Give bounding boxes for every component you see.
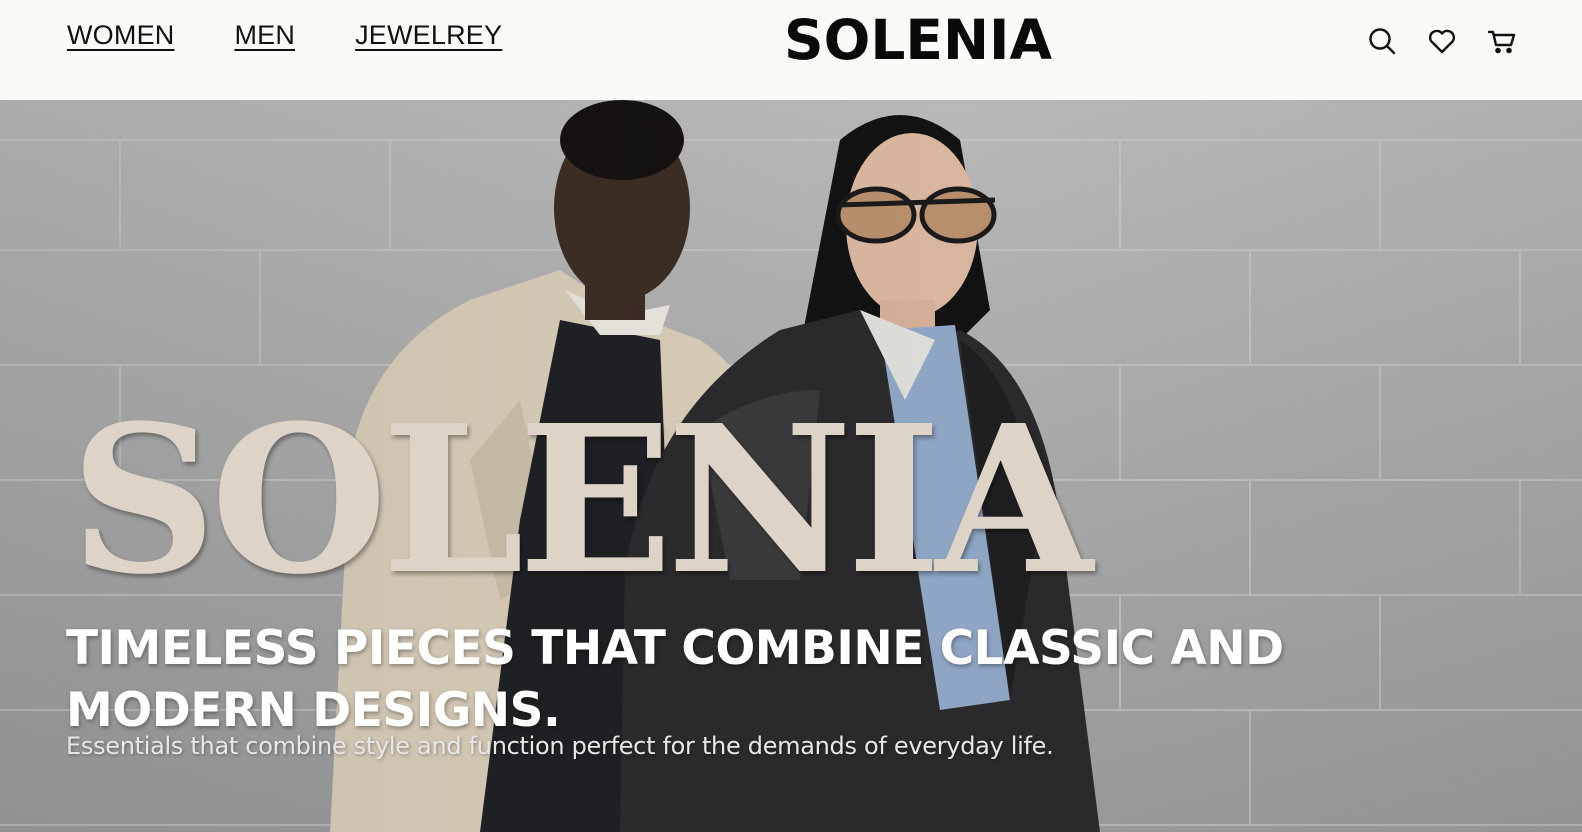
site-header: WOMEN MEN JEWELREY SOLENIA [0, 0, 1582, 100]
hero-tagline: TIMELESS PIECES THAT COMBINE CLASSIC AND… [66, 621, 1284, 738]
cart-icon [1487, 30, 1516, 54]
main-nav: WOMEN MEN JEWELREY [67, 20, 562, 51]
heart-icon [1428, 29, 1456, 54]
hero-brand-title: SOLENIA [70, 380, 1093, 619]
nav-link-jewelrey[interactable]: JEWELREY [355, 20, 502, 51]
nav-link-women[interactable]: WOMEN [67, 20, 174, 51]
search-button[interactable] [1366, 24, 1398, 58]
wishlist-button[interactable] [1426, 24, 1458, 58]
nav-link-men[interactable]: MEN [234, 20, 295, 51]
hero-subtext: Essentials that combine style and functi… [66, 732, 1054, 760]
hero-banner: SOLENIA TIMELESS PIECES THAT COMBINE CLA… [0, 100, 1582, 832]
cart-button[interactable] [1486, 24, 1518, 58]
search-icon [1369, 28, 1396, 55]
header-actions [1366, 24, 1518, 58]
site-logo[interactable]: SOLENIA [784, 8, 1052, 72]
